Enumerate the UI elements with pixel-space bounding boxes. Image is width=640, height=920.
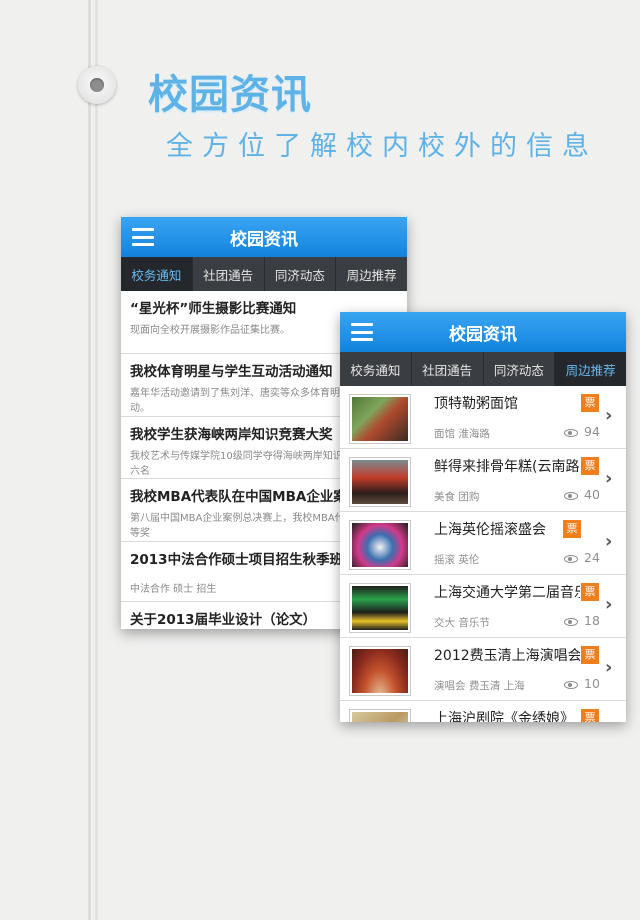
menu-icon[interactable] [351, 323, 373, 341]
chevron-right-icon: › [605, 405, 613, 426]
event-tags: 演唱会 费玉清 上海 [434, 680, 525, 692]
tab-nearby[interactable]: 周边推荐 [336, 257, 407, 291]
event-title: 鲜得来排骨年糕(云南路店) [434, 459, 580, 475]
tab-school-notices[interactable]: 校务通知 [340, 352, 412, 386]
event-tags: 交大 音乐节 [434, 617, 490, 629]
event-item[interactable]: 顶特勒粥面馆 票 面馆 淮海路 94 › [340, 386, 626, 449]
event-item[interactable]: 上海交通大学第二届音乐节 票 交大 音乐节 18 › [340, 575, 626, 638]
event-views: 24 [584, 550, 600, 565]
event-tags: 面馆 淮海路 [434, 428, 490, 440]
event-item[interactable]: 上海沪剧院《金绣娘》 票 [340, 701, 626, 722]
hero-title: 校园资讯 [148, 72, 312, 118]
event-tags: 美食 团购 [434, 491, 480, 503]
event-views: 94 [584, 424, 600, 439]
chevron-right-icon: › [605, 594, 613, 615]
event-thumbnail [349, 709, 411, 722]
ticket-badge: 票 [581, 394, 599, 412]
eye-icon [564, 681, 578, 689]
event-item[interactable]: 上海英伦摇滚盛会 票 摇滚 英伦 24 › [340, 512, 626, 575]
ticket-badge: 票 [581, 646, 599, 664]
event-title: 顶特勒粥面馆 [434, 396, 518, 412]
phone-screen-nearby: 校园资讯 校务通知 社团通告 同济动态 周边推荐 顶特勒粥面馆 票 面馆 淮海路… [340, 312, 626, 722]
tab-bar: 校务通知 社团通告 同济动态 周边推荐 [121, 257, 407, 291]
chevron-right-icon: › [605, 531, 613, 552]
tab-club-notices[interactable]: 社团通告 [412, 352, 484, 386]
ticket-badge: 票 [563, 520, 581, 538]
event-thumbnail [349, 583, 411, 633]
event-tags: 摇滚 英伦 [434, 554, 480, 566]
nav-title: 校园资讯 [230, 229, 298, 250]
menu-icon[interactable] [132, 228, 154, 246]
event-title: 上海沪剧院《金绣娘》 [434, 711, 574, 722]
event-views: 10 [584, 676, 600, 691]
chevron-right-icon: › [605, 468, 613, 489]
chevron-right-icon: › [605, 657, 613, 678]
event-thumbnail [349, 394, 411, 444]
event-title: 上海英伦摇滚盛会 [434, 522, 546, 538]
eye-icon [564, 492, 578, 500]
nav-bar: 校园资讯 [121, 217, 407, 257]
eye-icon [564, 429, 578, 437]
tab-bar: 校务通知 社团通告 同济动态 周边推荐 [340, 352, 626, 386]
tab-tongji-news[interactable]: 同济动态 [484, 352, 556, 386]
ticket-badge: 票 [581, 709, 599, 722]
event-title: 上海交通大学第二届音乐节 [434, 585, 580, 601]
event-title: 2012费玉清上海演唱会 [434, 648, 580, 664]
tab-club-notices[interactable]: 社团通告 [193, 257, 265, 291]
event-item[interactable]: 鲜得来排骨年糕(云南路店) 票 美食 团购 40 › [340, 449, 626, 512]
event-views: 18 [584, 613, 600, 628]
timeline-rail [88, 0, 91, 920]
event-views: 40 [584, 487, 600, 502]
hero-subtitle: 全方位了解校内校外的信息 [166, 131, 598, 162]
timeline-rail-shadow [95, 0, 98, 920]
eye-icon [564, 555, 578, 563]
ticket-badge: 票 [581, 457, 599, 475]
ticket-badge: 票 [581, 583, 599, 601]
event-thumbnail [349, 520, 411, 570]
nav-bar: 校园资讯 [340, 312, 626, 352]
timeline-dot-icon [78, 66, 116, 104]
tab-tongji-news[interactable]: 同济动态 [265, 257, 337, 291]
event-thumbnail [349, 646, 411, 696]
event-thumbnail [349, 457, 411, 507]
tab-nearby[interactable]: 周边推荐 [555, 352, 626, 386]
tab-school-notices[interactable]: 校务通知 [121, 257, 193, 291]
nav-title: 校园资讯 [449, 324, 517, 345]
event-list: 顶特勒粥面馆 票 面馆 淮海路 94 › 鲜得来排骨年糕(云南路店) 票 美食 … [340, 386, 626, 722]
event-item[interactable]: 2012费玉清上海演唱会 票 演唱会 费玉清 上海 10 › [340, 638, 626, 701]
eye-icon [564, 618, 578, 626]
